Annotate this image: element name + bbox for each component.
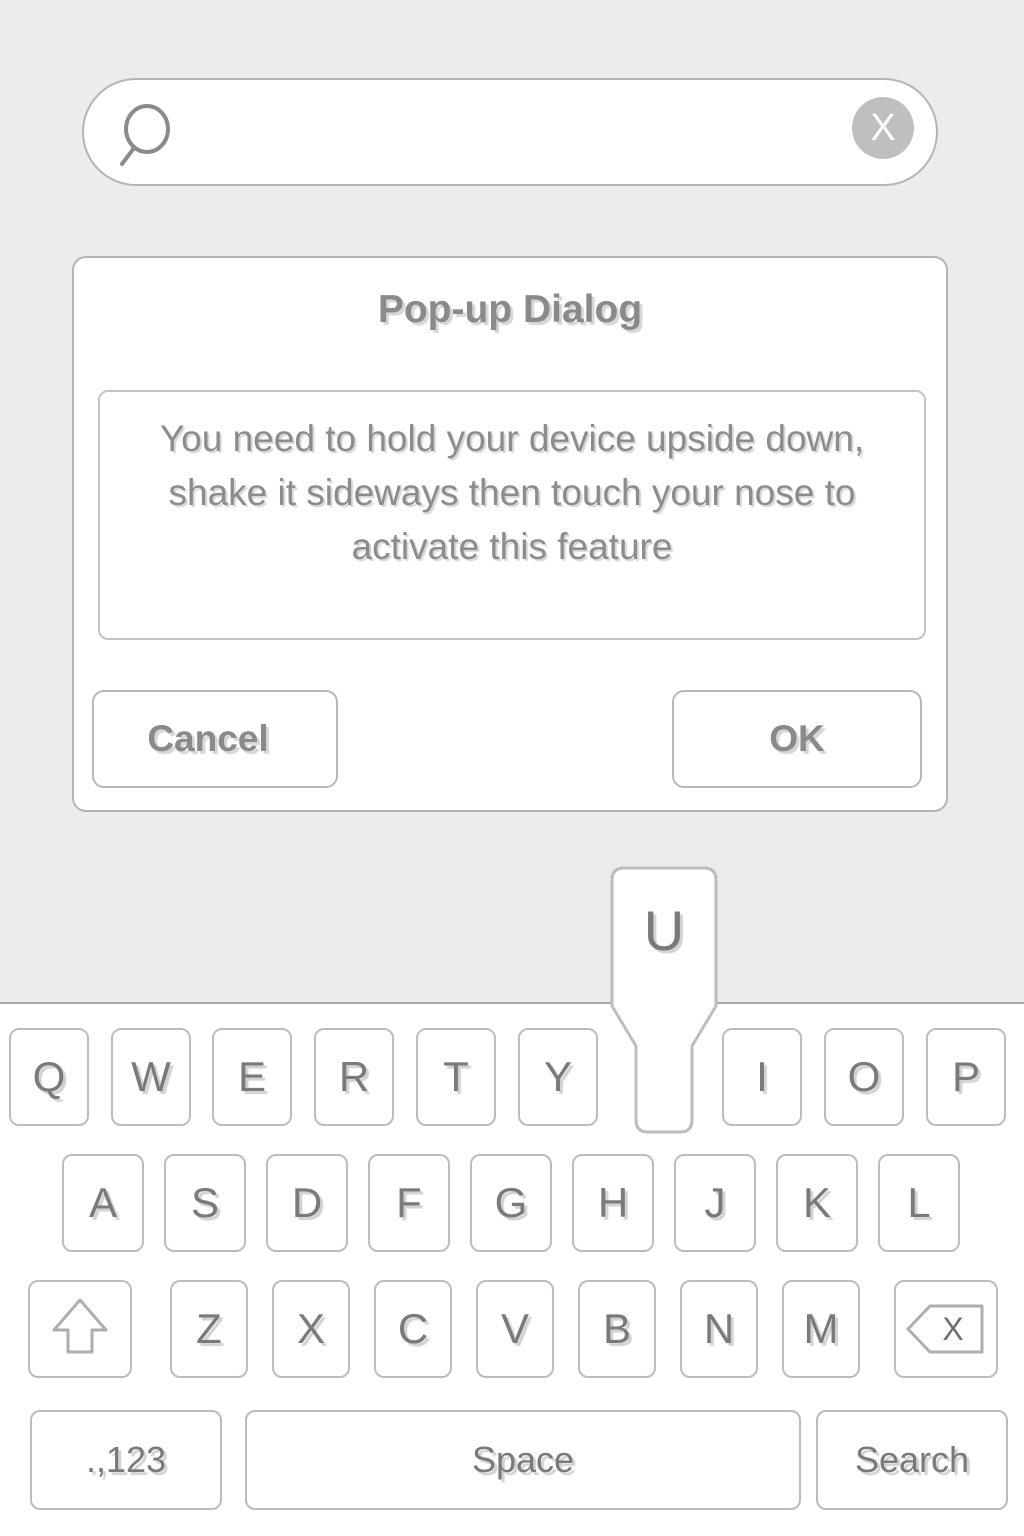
key-label: Y — [543, 1053, 572, 1100]
key-label: F — [396, 1179, 422, 1226]
key-press-popup-label: U — [643, 899, 685, 962]
key-b[interactable]: B — [578, 1280, 656, 1378]
key-o[interactable]: O — [824, 1028, 904, 1126]
key-r[interactable]: R — [314, 1028, 394, 1126]
key-label: Search — [854, 1439, 970, 1480]
key-label: H — [597, 1179, 629, 1226]
key-label: C — [397, 1305, 429, 1352]
key-i[interactable]: I — [722, 1028, 802, 1126]
key-press-popup-u: U — [598, 866, 730, 1136]
key-n[interactable]: N — [680, 1280, 758, 1378]
key-label: G — [494, 1179, 528, 1226]
search-key[interactable]: Search — [816, 1410, 1008, 1510]
key-label: Z — [196, 1305, 222, 1352]
backspace-label: X — [942, 1310, 964, 1347]
key-label: A — [88, 1179, 117, 1226]
dialog-message-box: You need to hold your device upside down… — [98, 390, 926, 640]
search-icon — [112, 104, 172, 166]
key-label: T — [443, 1053, 469, 1100]
key-x[interactable]: X — [272, 1280, 350, 1378]
key-label: P — [951, 1053, 980, 1100]
key-c[interactable]: C — [374, 1280, 452, 1378]
key-label: D — [291, 1179, 323, 1226]
key-label: .,123 — [85, 1439, 167, 1480]
key-t[interactable]: T — [416, 1028, 496, 1126]
dialog-title: Pop-up Dialog — [377, 288, 643, 331]
key-label: O — [847, 1053, 881, 1100]
key-label: X — [296, 1305, 325, 1352]
search-input[interactable] — [188, 100, 872, 168]
key-label: J — [704, 1179, 726, 1226]
key-a[interactable]: A — [62, 1154, 144, 1252]
search-clear-button[interactable]: X — [852, 97, 914, 159]
key-h[interactable]: H — [572, 1154, 654, 1252]
numbers-key[interactable]: .,123 — [30, 1410, 222, 1510]
search-clear-label: X — [870, 107, 896, 149]
key-label: L — [907, 1179, 931, 1226]
key-m[interactable]: M — [782, 1280, 860, 1378]
key-p[interactable]: P — [926, 1028, 1006, 1126]
key-s[interactable]: S — [164, 1154, 246, 1252]
popup-dialog: Pop-up Dialog You need to hold your devi… — [72, 256, 948, 812]
shift-arrow-up-icon — [51, 1296, 109, 1363]
key-label: W — [131, 1053, 171, 1100]
search-bar[interactable]: X — [82, 78, 938, 186]
key-e[interactable]: E — [212, 1028, 292, 1126]
cancel-button-label: Cancel — [147, 718, 269, 759]
key-v[interactable]: V — [476, 1280, 554, 1378]
key-w[interactable]: W — [111, 1028, 191, 1126]
key-label: B — [602, 1305, 631, 1352]
key-label: M — [803, 1305, 839, 1352]
key-label: R — [338, 1053, 370, 1100]
key-label: N — [703, 1305, 735, 1352]
backspace-key[interactable]: X — [894, 1280, 998, 1378]
key-j[interactable]: J — [674, 1154, 756, 1252]
key-d[interactable]: D — [266, 1154, 348, 1252]
key-q[interactable]: Q — [9, 1028, 89, 1126]
space-key[interactable]: Space — [245, 1410, 801, 1510]
ok-button[interactable]: OK — [672, 690, 922, 788]
key-label: K — [802, 1179, 831, 1226]
key-z[interactable]: Z — [170, 1280, 248, 1378]
key-f[interactable]: F — [368, 1154, 450, 1252]
key-label: V — [500, 1305, 529, 1352]
key-y[interactable]: Y — [518, 1028, 598, 1126]
key-l[interactable]: L — [878, 1154, 960, 1252]
screen-content-area: X Pop-up Dialog You need to hold your de… — [0, 0, 1024, 1002]
cancel-button[interactable]: Cancel — [92, 690, 338, 788]
backspace-icon: X — [906, 1304, 986, 1354]
on-screen-keyboard: Q W E R T Y U I O P A S D F G H J K L Z … — [0, 1002, 1024, 1536]
key-label: Q — [32, 1053, 66, 1100]
key-label: S — [190, 1179, 219, 1226]
key-label: I — [756, 1053, 768, 1100]
ok-button-label: OK — [769, 718, 825, 759]
key-g[interactable]: G — [470, 1154, 552, 1252]
key-label: E — [237, 1053, 266, 1100]
key-k[interactable]: K — [776, 1154, 858, 1252]
dialog-message: You need to hold your device upside down… — [159, 418, 865, 567]
key-label: Space — [471, 1439, 575, 1480]
shift-key[interactable] — [28, 1280, 132, 1378]
